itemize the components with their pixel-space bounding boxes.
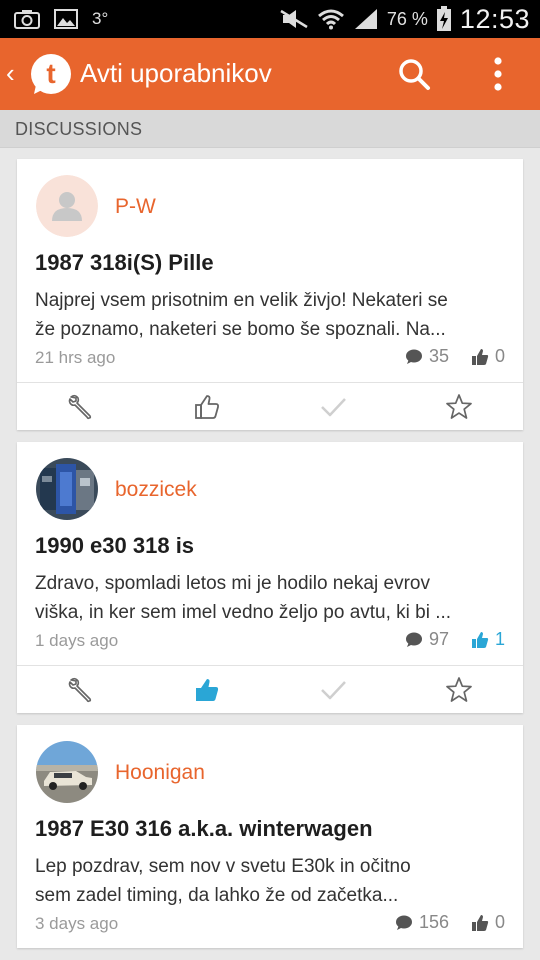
star-icon[interactable] (445, 676, 473, 704)
avatar-car-photo[interactable] (36, 741, 98, 803)
username-link[interactable]: bozzicek (115, 478, 197, 502)
liked-thumbs-up-icon[interactable] (193, 676, 221, 704)
page-title: Avti uporabnikov (80, 58, 272, 88)
comment-icon (395, 915, 412, 930)
discussion-title[interactable]: 1987 318i(S) Pille (35, 250, 214, 276)
username-link[interactable]: P-W (115, 195, 156, 219)
svg-text:t: t (46, 58, 55, 89)
post-timestamp: 1 days ago (35, 631, 119, 650)
thumbs-up-icon (471, 348, 489, 365)
battery-percentage: 76 % (386, 8, 428, 29)
discussion-excerpt: Lep pozdrav, sem nov v svetu E30k in oči… (35, 852, 507, 910)
search-icon[interactable] (394, 54, 434, 94)
excerpt-line: Lep pozdrav, sem nov v svetu E30k in oči… (35, 856, 411, 877)
comment-count: 35 (428, 346, 449, 366)
wrench-icon[interactable] (67, 676, 95, 704)
excerpt-line: sem zadel timing, da lahko že od začetka… (35, 885, 399, 906)
star-icon[interactable] (445, 393, 473, 421)
comment-count: 97 (428, 629, 449, 649)
thumbs-up-icon (471, 631, 489, 648)
thumbs-up-icon (471, 914, 489, 931)
avatar-placeholder-user-icon[interactable] (36, 175, 98, 237)
temperature-indicator: 3° (92, 9, 109, 28)
section-title: DISCUSSIONS (15, 119, 143, 139)
checkmark-icon[interactable] (319, 676, 347, 704)
comment-count: 156 (418, 912, 449, 932)
post-stats: 156 0 (395, 912, 505, 933)
like-count: 1 (494, 629, 505, 649)
card-action-bar (17, 382, 523, 430)
back-chevron-icon[interactable]: ‹ (6, 60, 15, 86)
like-count: 0 (494, 912, 505, 932)
mute-icon (280, 9, 308, 29)
excerpt-line: Najprej vsem prisotnim en velik živjo! N… (35, 290, 448, 311)
avatar-engine-photo[interactable] (36, 458, 98, 520)
app-bar: ‹ t Avti uporabnikov (0, 38, 540, 110)
post-stats: 97 1 (405, 629, 505, 650)
excerpt-line: viška, in ker sem imel vedno željo po av… (35, 602, 452, 623)
discussion-card[interactable]: bozzicek 1990 e30 318 is Zdravo, spomlad… (17, 442, 523, 713)
clock: 12:53 (459, 3, 530, 34)
comment-icon (405, 349, 422, 364)
wrench-icon[interactable] (67, 393, 95, 421)
app-logo[interactable]: t (30, 53, 72, 95)
discussion-excerpt: Zdravo, spomladi letos mi je hodilo neka… (35, 569, 507, 627)
card-action-bar (17, 665, 523, 713)
section-header: DISCUSSIONS (0, 110, 540, 148)
like-count: 0 (494, 346, 505, 366)
checkmark-icon[interactable] (319, 393, 347, 421)
discussion-card[interactable]: P-W 1987 318i(S) Pille Najprej vsem pris… (17, 159, 523, 430)
post-timestamp: 3 days ago (35, 914, 119, 933)
gallery-icon (54, 9, 78, 29)
like-button-thumbs-up-icon[interactable] (193, 393, 221, 421)
more-options-icon[interactable] (482, 54, 514, 94)
post-stats: 35 0 (405, 346, 505, 367)
battery-charging-icon (436, 6, 451, 31)
username-link[interactable]: Hoonigan (115, 761, 205, 785)
comment-icon (405, 632, 422, 647)
camera-icon (14, 10, 40, 29)
discussion-excerpt: Najprej vsem prisotnim en velik živjo! N… (35, 286, 507, 344)
signal-icon (354, 9, 377, 29)
excerpt-line: že poznamo, naketeri se bomo še spoznali… (35, 319, 446, 340)
discussion-title[interactable]: 1990 e30 318 is (35, 533, 194, 559)
post-timestamp: 21 hrs ago (35, 348, 116, 367)
discussion-card[interactable]: Hoonigan 1987 E30 316 a.k.a. winterwagen… (17, 725, 523, 948)
status-bar: 3° 76 % 12:53 (0, 0, 540, 38)
excerpt-line: Zdravo, spomladi letos mi je hodilo neka… (35, 573, 430, 594)
wifi-icon (317, 9, 344, 30)
discussion-title[interactable]: 1987 E30 316 a.k.a. winterwagen (35, 816, 373, 842)
